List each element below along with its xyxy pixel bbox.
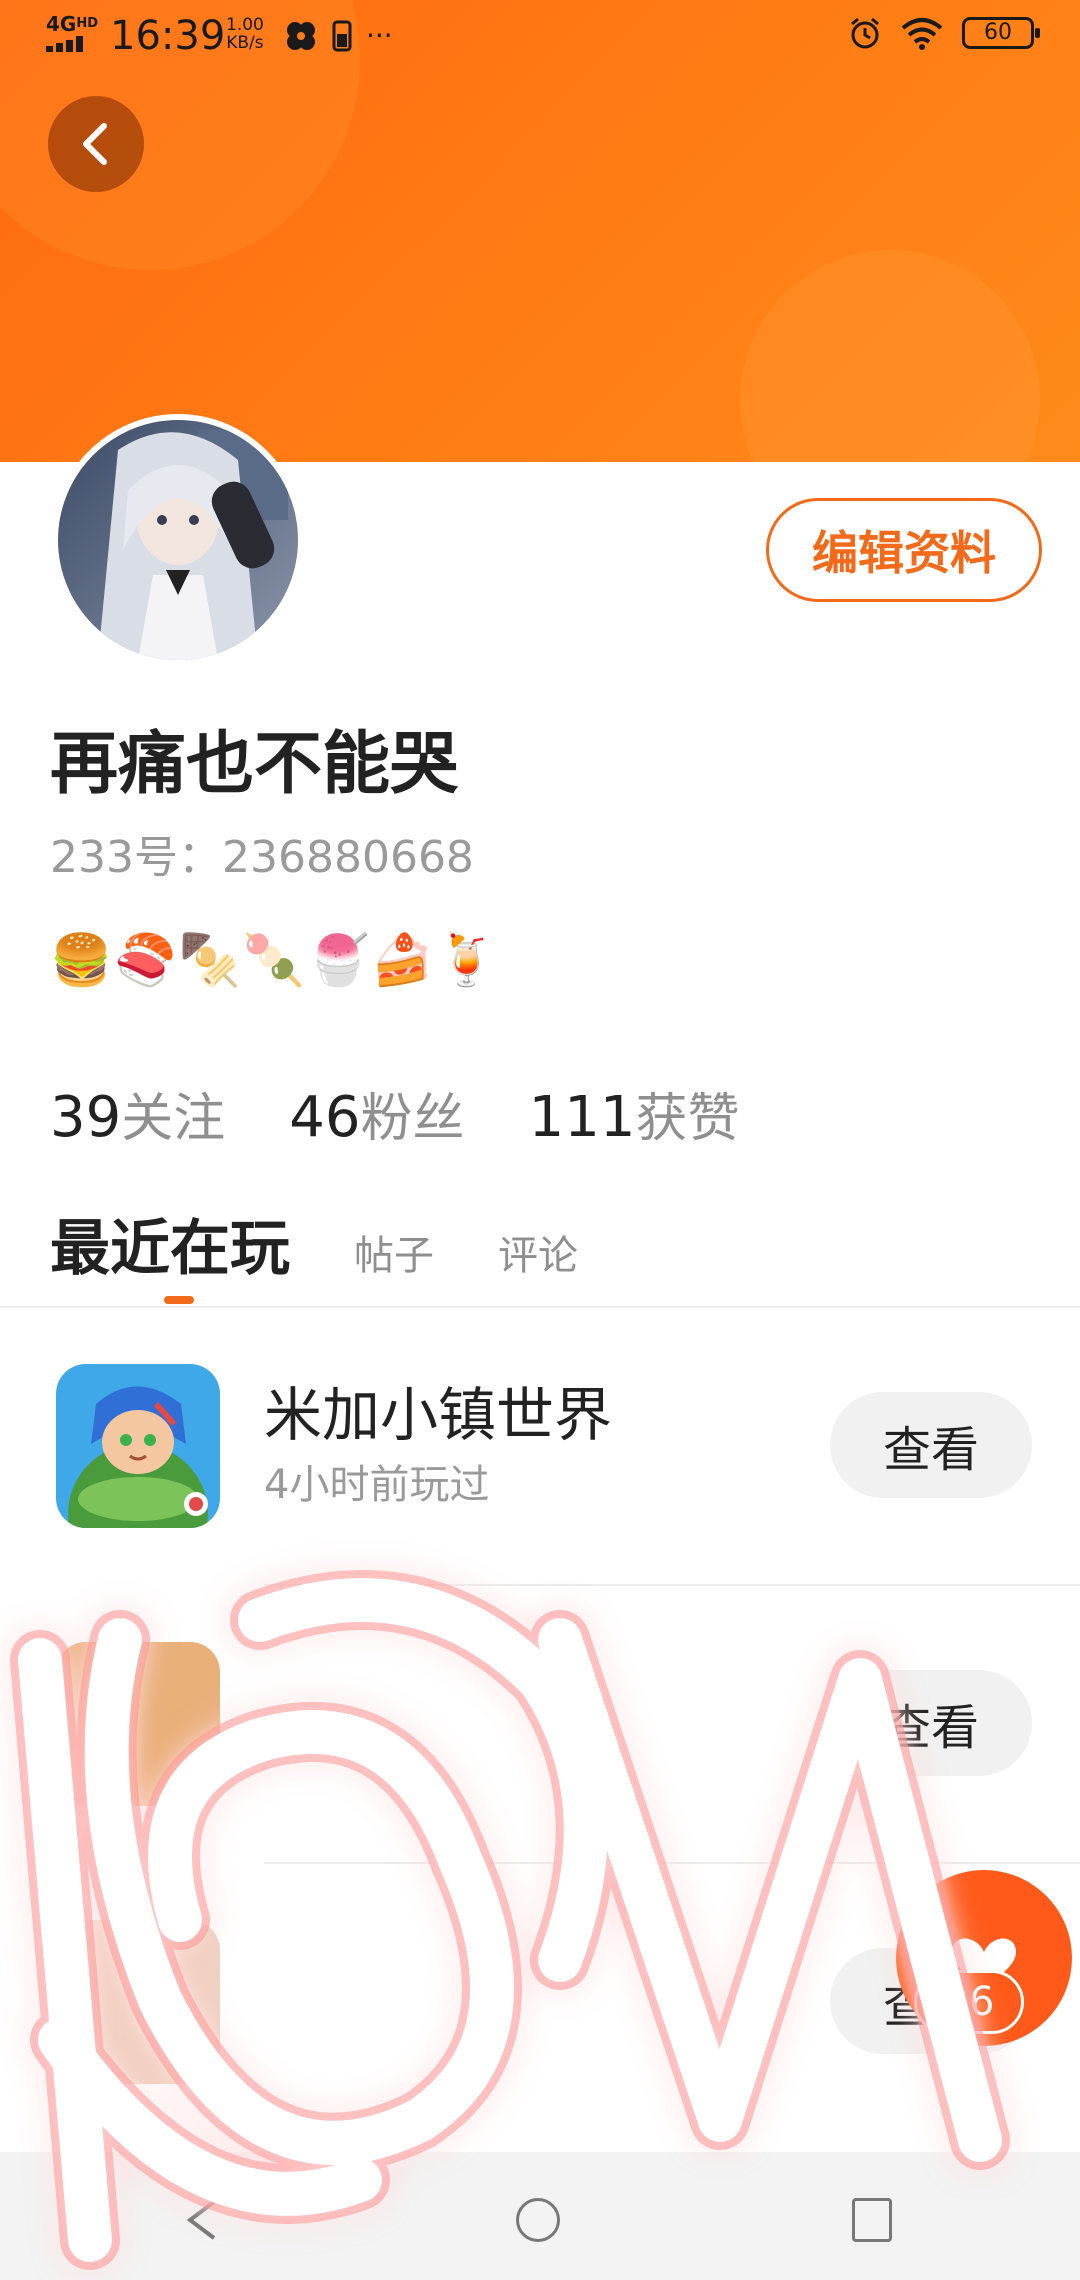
game-last-played: 4小时前玩过	[264, 1462, 490, 1508]
edit-profile-button[interactable]: 编辑资料	[766, 498, 1042, 602]
battery-indicator: 60	[962, 17, 1040, 49]
fan-icon	[287, 22, 315, 50]
status-bar: 4GHD 16:39 1.00 KB/s ··· 60	[0, 0, 1080, 72]
header-decoration	[740, 250, 1040, 462]
wifi-icon	[901, 18, 943, 50]
phone-icon	[332, 20, 352, 52]
status-left-icons: ···	[284, 18, 393, 54]
stat-label: 粉丝	[360, 1089, 465, 1149]
user-id: 233号：236880668	[50, 832, 474, 883]
status-right-icons: 60	[848, 16, 1040, 50]
stat-number: 39	[50, 1085, 122, 1150]
stat-followers[interactable]: 46 粉丝	[289, 1076, 464, 1151]
bio-emojis: 🍔🍣🍢🍡🍧🍰🍹	[50, 931, 500, 989]
network-speed: 1.00 KB/s	[226, 16, 264, 52]
stat-likes[interactable]: 111 获赞	[529, 1076, 740, 1151]
tab-posts[interactable]: 帖子	[354, 1223, 434, 1281]
game-icon	[56, 1642, 220, 1806]
stat-label: 获赞	[635, 1089, 740, 1149]
profile-stats: 39 关注 46 粉丝 111 获赞	[50, 1076, 739, 1151]
signal-icon	[46, 36, 96, 52]
alarm-icon	[851, 17, 879, 49]
profile-tabs: 最近在玩 帖子 评论	[50, 1200, 578, 1287]
tab-recently-played[interactable]: 最近在玩	[50, 1200, 290, 1287]
nav-recents-icon[interactable]	[852, 2198, 892, 2242]
avatar[interactable]	[52, 414, 304, 666]
list-item[interactable]: 米加小镇世界 4小时前玩过 查看	[0, 1308, 1080, 1584]
speed-unit: KB/s	[226, 33, 264, 53]
speed-value: 1.00	[226, 15, 264, 35]
system-nav-bar	[0, 2152, 1080, 2280]
status-time: 16:39	[110, 13, 226, 59]
chevron-left-icon	[83, 123, 107, 165]
more-dots: ···	[366, 19, 393, 52]
avatar-image	[58, 420, 298, 660]
game-icon	[56, 1920, 220, 2084]
view-button[interactable]: 查看	[830, 1392, 1032, 1498]
network-type: 4G	[46, 12, 77, 36]
nav-back-icon[interactable]	[180, 2196, 224, 2244]
stat-number: 111	[528, 1085, 636, 1150]
stat-number: 46	[289, 1085, 361, 1150]
stat-following[interactable]: 39 关注	[50, 1076, 225, 1151]
view-button[interactable]: 查看	[830, 1670, 1032, 1776]
network-hd: HD	[76, 16, 99, 31]
username: 再痛也不能哭	[50, 725, 459, 804]
tab-indicator	[164, 1296, 194, 1304]
back-button[interactable]	[48, 96, 144, 192]
game-title: 米加小镇世界	[264, 1381, 613, 1449]
stat-label: 关注	[121, 1089, 226, 1149]
network-indicator: 4GHD	[46, 14, 98, 34]
game-icon	[56, 1364, 220, 1528]
tab-comments[interactable]: 评论	[498, 1223, 578, 1281]
list-item[interactable]: 查看	[0, 1586, 1080, 1862]
nav-home-icon[interactable]	[516, 2198, 560, 2242]
like-count-badge: 26	[914, 1970, 1024, 2034]
